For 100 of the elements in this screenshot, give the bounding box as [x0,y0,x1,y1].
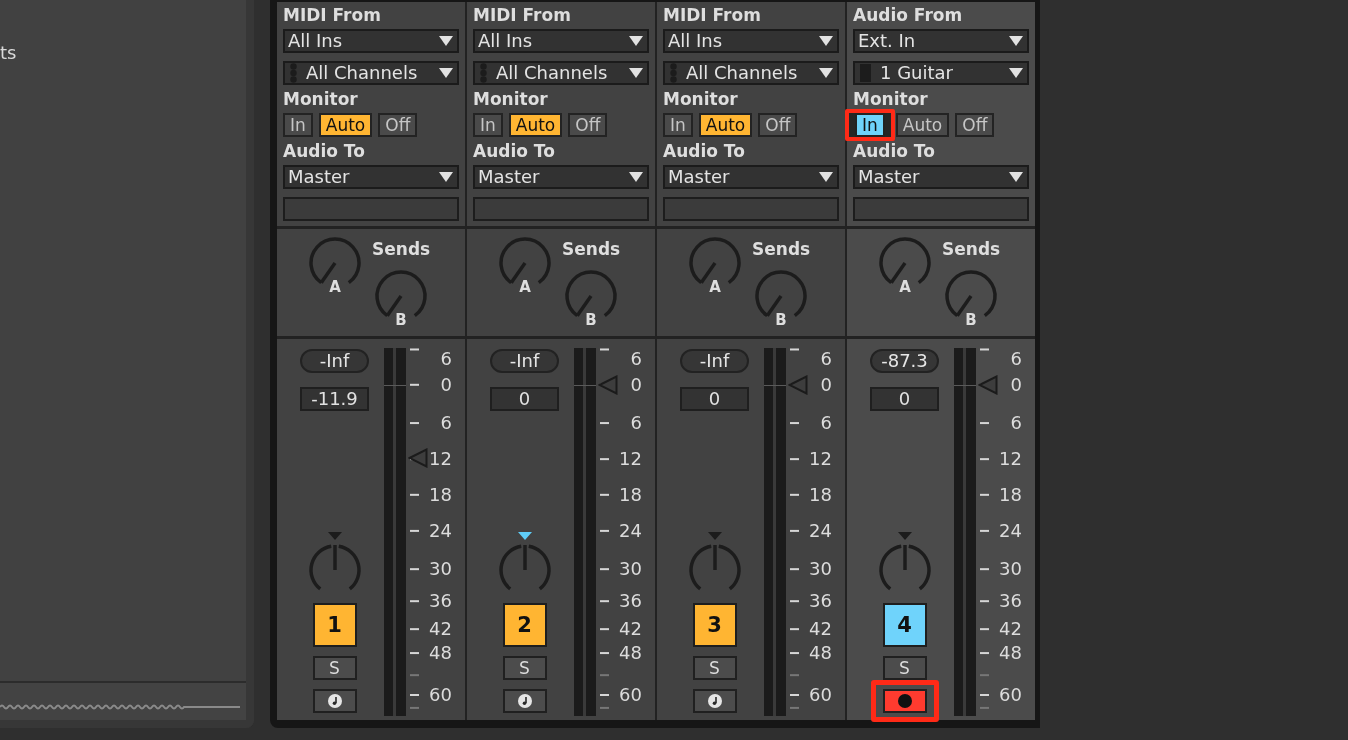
peak-level-display: -87.3 [870,349,939,373]
scale-label: 6 [820,413,832,434]
fader-handle[interactable] [598,374,618,395]
record-dot-icon [897,694,912,708]
scale-label: 12 [429,449,452,470]
output-type-dropdown[interactable]: Master [663,165,839,189]
pan-knob[interactable] [876,543,933,593]
volume-field[interactable]: 0 [680,387,749,411]
volume-field[interactable]: 0 [490,387,559,411]
input-channel-dropdown[interactable]: All Channels [283,61,459,85]
input-type-dropdown[interactable]: Ext. In [853,29,1029,53]
caret-icon [819,172,833,182]
scale-label: 36 [619,591,642,612]
input-label: MIDI From [473,5,571,26]
volume-field[interactable]: 0 [870,387,939,411]
monitor-button[interactable]: In [855,113,885,137]
scale-label: 30 [999,559,1022,580]
scale-label: 30 [809,559,832,580]
scale-label: 0 [820,374,832,395]
monitor-button[interactable]: Off [568,113,608,137]
sends-label: Sends [562,239,621,259]
monitor-button[interactable]: Auto [698,113,753,137]
monitor-label: Monitor [283,89,358,110]
peak-level-display: -Inf [680,349,749,373]
monitor-label: Monitor [473,89,548,110]
scale-label: 24 [429,520,452,541]
scale-label: 42 [999,619,1022,640]
send-label: B [585,311,597,329]
arm-button[interactable] [692,689,737,713]
input-type-dropdown[interactable]: All Ins [663,29,839,53]
solo-button[interactable]: S [312,656,357,680]
scale-label: 48 [999,643,1022,664]
monitor-button[interactable]: Auto [895,113,950,137]
output-channel-field[interactable] [473,197,649,221]
note-disc-icon [707,694,722,708]
note-disc-icon [517,694,532,708]
fader-handle[interactable] [978,374,998,395]
output-type-dropdown[interactable]: Master [853,165,1029,189]
monitor-button[interactable]: In [663,113,693,137]
monitor-button[interactable]: Off [758,113,798,137]
output-type-dropdown[interactable]: Master [283,165,459,189]
scale-label: 42 [429,619,452,640]
scale-label: 12 [619,449,642,470]
send-label: B [775,311,787,329]
sends-label: Sends [752,239,811,259]
caret-icon [629,172,643,182]
scale-label: 6 [820,349,832,370]
track-activator-button[interactable]: 3 [692,603,737,647]
output-channel-field[interactable] [853,197,1029,221]
scale-label: 6 [1010,349,1022,370]
scale-label: 18 [809,484,832,505]
track-activator-button[interactable]: 2 [502,603,547,647]
solo-button[interactable]: S [882,656,927,680]
output-channel-field[interactable] [283,197,459,221]
scale-label: 18 [999,484,1022,505]
input-label: Audio From [853,5,963,26]
monitor-button[interactable]: Off [955,113,995,137]
pan-knob[interactable] [306,543,363,593]
scale-label: 60 [619,685,642,705]
solo-button[interactable]: S [502,656,547,680]
caret-icon [819,36,833,46]
caret-icon [629,68,643,78]
monitor-button[interactable]: Off [378,113,418,137]
caret-icon [1009,36,1023,46]
scale-label: 6 [440,349,452,370]
monitor-button[interactable]: Auto [318,113,373,137]
pan-knob[interactable] [686,543,743,593]
arm-button[interactable] [502,689,547,713]
input-channel-dropdown[interactable]: 1 Guitar [853,61,1029,85]
scale-label: 36 [809,591,832,612]
fader-handle[interactable] [408,448,428,469]
scale-label: 6 [630,413,642,434]
scale-label: 60 [429,685,452,705]
scale-label: 0 [440,374,452,395]
fader-handle[interactable] [788,374,808,395]
note-disc-icon [327,694,342,708]
sends-label: Sends [942,239,1001,259]
scale-label: 12 [999,449,1022,470]
browser-item-label: ts [0,43,17,63]
input-label: MIDI From [283,5,381,26]
input-type-dropdown[interactable]: All Ins [283,29,459,53]
scale-label: 24 [619,520,642,541]
volume-field[interactable]: -11.9 [300,387,369,411]
arm-button[interactable] [312,689,357,713]
monitor-button[interactable]: Auto [508,113,563,137]
input-channel-dropdown[interactable]: All Channels [663,61,839,85]
solo-button[interactable]: S [692,656,737,680]
monitor-button[interactable]: In [283,113,313,137]
output-channel-field[interactable] [663,197,839,221]
track-activator-button[interactable]: 1 [312,603,357,647]
scale-label: 24 [809,520,832,541]
scale-label: 24 [999,520,1022,541]
input-label: MIDI From [663,5,761,26]
scale-label: 48 [809,643,832,664]
output-type-dropdown[interactable]: Master [473,165,649,189]
input-channel-dropdown[interactable]: All Channels [473,61,649,85]
track-activator-button[interactable]: 4 [882,603,927,647]
input-type-dropdown[interactable]: All Ins [473,29,649,53]
pan-knob[interactable] [496,543,553,593]
monitor-button[interactable]: In [473,113,503,137]
